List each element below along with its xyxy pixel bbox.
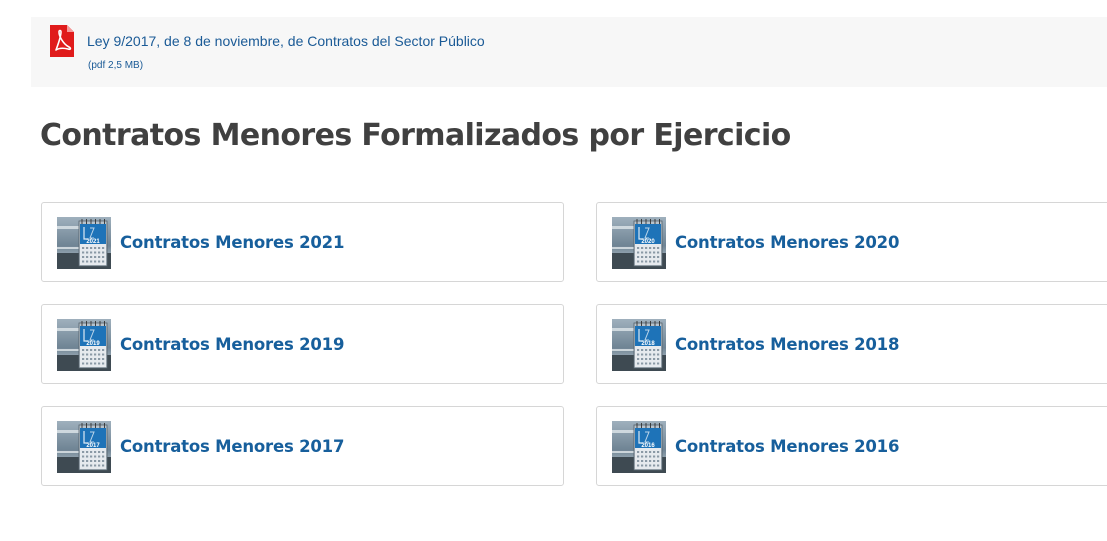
contract-card-label: Contratos Menores 2017 xyxy=(120,437,345,456)
calendar-thumbnail-graphic: 2019 xyxy=(57,319,111,371)
calendar-thumbnail-icon: 2016 xyxy=(612,421,666,473)
contract-card-2016[interactable]: 2016 Contratos Menores 2016 xyxy=(596,406,1107,486)
document-download-bar: Ley 9/2017, de 8 de noviembre, de Contra… xyxy=(31,17,1107,87)
calendar-thumbnail-graphic: 2018 xyxy=(612,319,666,371)
calendar-year-label: 2021 xyxy=(86,239,100,245)
document-file-info: (pdf 2,5 MB) xyxy=(88,60,144,71)
pdf-icon[interactable] xyxy=(50,25,74,57)
contract-card-2019[interactable]: 2019 Contratos Menores 2019 xyxy=(41,304,564,384)
contract-card-label: Contratos Menores 2020 xyxy=(675,233,900,252)
calendar-year-label: 2018 xyxy=(641,341,655,347)
calendar-year-label: 2017 xyxy=(86,443,100,449)
calendar-thumbnail-icon: 2019 xyxy=(57,319,111,371)
calendar-thumbnail-icon: 2018 xyxy=(612,319,666,371)
contract-card-2018[interactable]: 2018 Contratos Menores 2018 xyxy=(596,304,1107,384)
contract-card-label: Contratos Menores 2021 xyxy=(120,233,345,252)
document-link[interactable]: Ley 9/2017, de 8 de noviembre, de Contra… xyxy=(87,33,485,49)
contract-card-2021[interactable]: 2021 Contratos Menores 2021 xyxy=(41,202,564,282)
calendar-thumbnail-graphic: 2016 xyxy=(612,421,666,473)
calendar-thumbnail-icon: 2020 xyxy=(612,217,666,269)
calendar-thumbnail-graphic: 2017 xyxy=(57,421,111,473)
calendar-thumbnail-icon: 2021 xyxy=(57,217,111,269)
contract-card-label: Contratos Menores 2016 xyxy=(675,437,900,456)
contract-card-2017[interactable]: 2017 Contratos Menores 2017 xyxy=(41,406,564,486)
section-title: Contratos Menores Formalizados por Ejerc… xyxy=(40,118,791,153)
contract-card-label: Contratos Menores 2018 xyxy=(675,335,900,354)
calendar-thumbnail-icon: 2017 xyxy=(57,421,111,473)
calendar-year-label: 2016 xyxy=(641,443,655,449)
calendar-year-label: 2019 xyxy=(86,341,100,347)
calendar-thumbnail-graphic: 2021 xyxy=(57,217,111,269)
contract-card-2020[interactable]: 2020 Contratos Menores 2020 xyxy=(596,202,1107,282)
contract-card-label: Contratos Menores 2019 xyxy=(120,335,345,354)
calendar-thumbnail-graphic: 2020 xyxy=(612,217,666,269)
calendar-year-label: 2020 xyxy=(641,239,655,245)
